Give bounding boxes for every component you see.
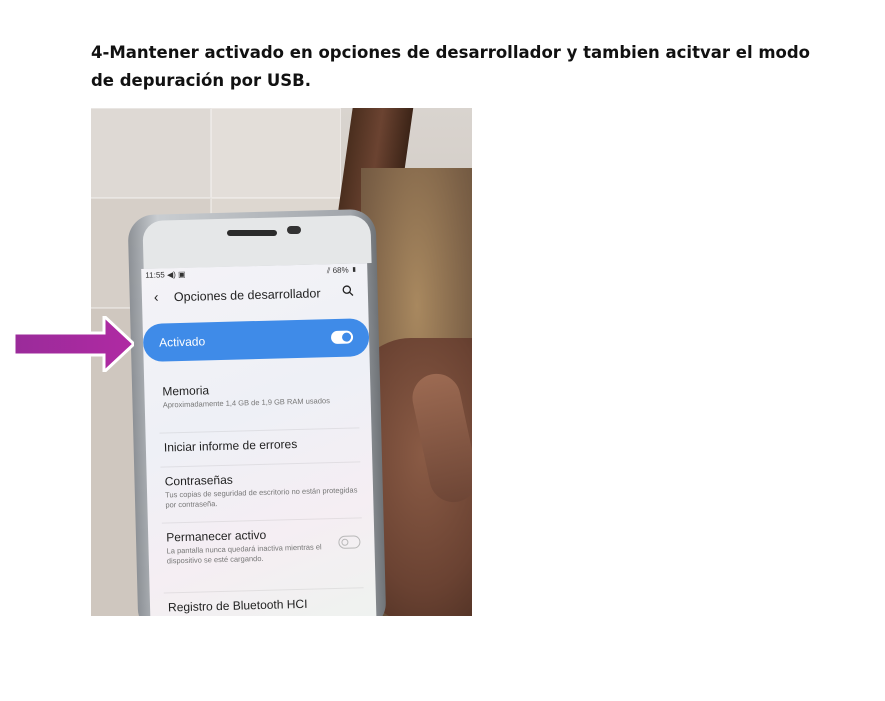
- divider: [163, 587, 364, 594]
- floor-tile: [211, 108, 341, 198]
- setting-title: Registro de Bluetooth HCI: [167, 596, 308, 615]
- search-icon[interactable]: [342, 284, 354, 296]
- phone-photo: 11:55 ◀) ▣ ⫽ 68% ▮ ‹ Opciones de desarro…: [91, 108, 472, 616]
- phone-screen: 11:55 ◀) ▣ ⫽ 68% ▮ ‹ Opciones de desarro…: [141, 263, 377, 616]
- setting-title: Permanecer activo: [166, 527, 267, 545]
- screen-header: ‹ Opciones de desarrollador: [150, 283, 360, 308]
- toggle-off-icon[interactable]: [338, 535, 361, 549]
- toggle-knob: [341, 332, 352, 342]
- phone-top-bezel: [142, 215, 372, 269]
- phone-speaker: [227, 230, 277, 236]
- instruction-heading: 4-Mantener activado en opciones de desar…: [91, 43, 811, 90]
- activated-label: Activado: [158, 334, 206, 350]
- setting-bluetooth-hci[interactable]: Registro de Bluetooth HCI: [167, 595, 368, 615]
- activated-toggle-row[interactable]: Activado: [142, 318, 370, 362]
- toggle-on-icon[interactable]: [330, 330, 354, 345]
- setting-description: La pantalla nunca quedará inactiva mient…: [166, 542, 322, 566]
- setting-memoria[interactable]: Memoria Aproximadamente 1,4 GB de 1,9 GB…: [162, 379, 363, 410]
- setting-description: Tus copias de seguridad de escritorio no…: [165, 485, 358, 510]
- arrow-right-icon: [14, 316, 134, 372]
- status-battery: ⫽ 68% ▮: [326, 265, 358, 276]
- divider: [161, 517, 362, 524]
- setting-contrasenas[interactable]: Contraseñas Tus copias de seguridad de e…: [165, 469, 366, 510]
- floor-tile: [91, 108, 211, 198]
- divider: [159, 427, 360, 434]
- phone-camera: [287, 226, 301, 234]
- setting-informe-errores[interactable]: Iniciar informe de errores: [164, 435, 364, 454]
- status-time: 11:55 ◀) ▣: [145, 269, 186, 280]
- setting-permanecer-activo[interactable]: Permanecer activo La pantalla nunca qued…: [166, 526, 327, 566]
- setting-title: Iniciar informe de errores: [163, 436, 298, 455]
- back-chevron-icon[interactable]: ‹: [154, 289, 159, 305]
- divider: [160, 461, 361, 468]
- screen-title: Opciones de desarrollador: [173, 286, 321, 305]
- toggle-knob: [341, 538, 349, 546]
